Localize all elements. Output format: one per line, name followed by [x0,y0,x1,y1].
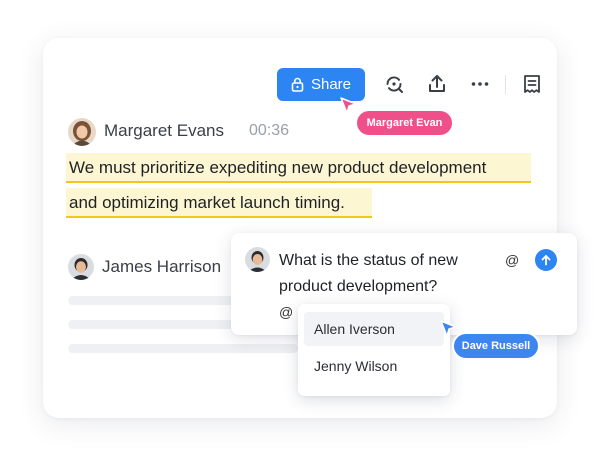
timestamp: 00:36 [249,122,290,139]
arrow-up-icon [541,255,551,266]
avatar [68,118,96,146]
comment-text[interactable]: What is the status of new product develo… [279,248,489,300]
more-icon[interactable] [469,73,491,95]
avatar [68,254,94,280]
highlighted-text-line-2: and optimizing market launch timing. [66,188,372,218]
dave-cursor-icon [440,320,457,337]
toolbar-divider [505,75,506,94]
speaker-name: James Harrison [102,257,222,276]
share-label: Share [310,76,352,93]
dave-cursor-tag: Dave Russell [454,334,538,358]
skeleton-line [68,344,298,353]
refresh-search-icon[interactable] [383,73,405,95]
lock-icon [291,77,304,92]
highlighted-text-line-1: We must prioritize expediting new produc… [66,153,531,183]
send-button[interactable] [535,249,557,271]
mention-option-jenny-wilson[interactable]: Jenny Wilson [304,349,444,383]
mention-dropdown: Allen Iverson Jenny Wilson [298,304,450,396]
mention-option-allen-iverson[interactable]: Allen Iverson [304,312,444,346]
margaret-cursor-icon [340,97,357,114]
notes-icon[interactable] [521,73,543,95]
avatar [245,247,270,272]
speaker-name: Margaret Evans [104,121,224,140]
margaret-cursor-tag: Margaret Evan [357,111,452,135]
mention-icon[interactable]: @ [505,252,519,268]
share-upload-icon[interactable] [426,73,448,95]
mention-input-prefix[interactable]: @ [279,304,293,320]
